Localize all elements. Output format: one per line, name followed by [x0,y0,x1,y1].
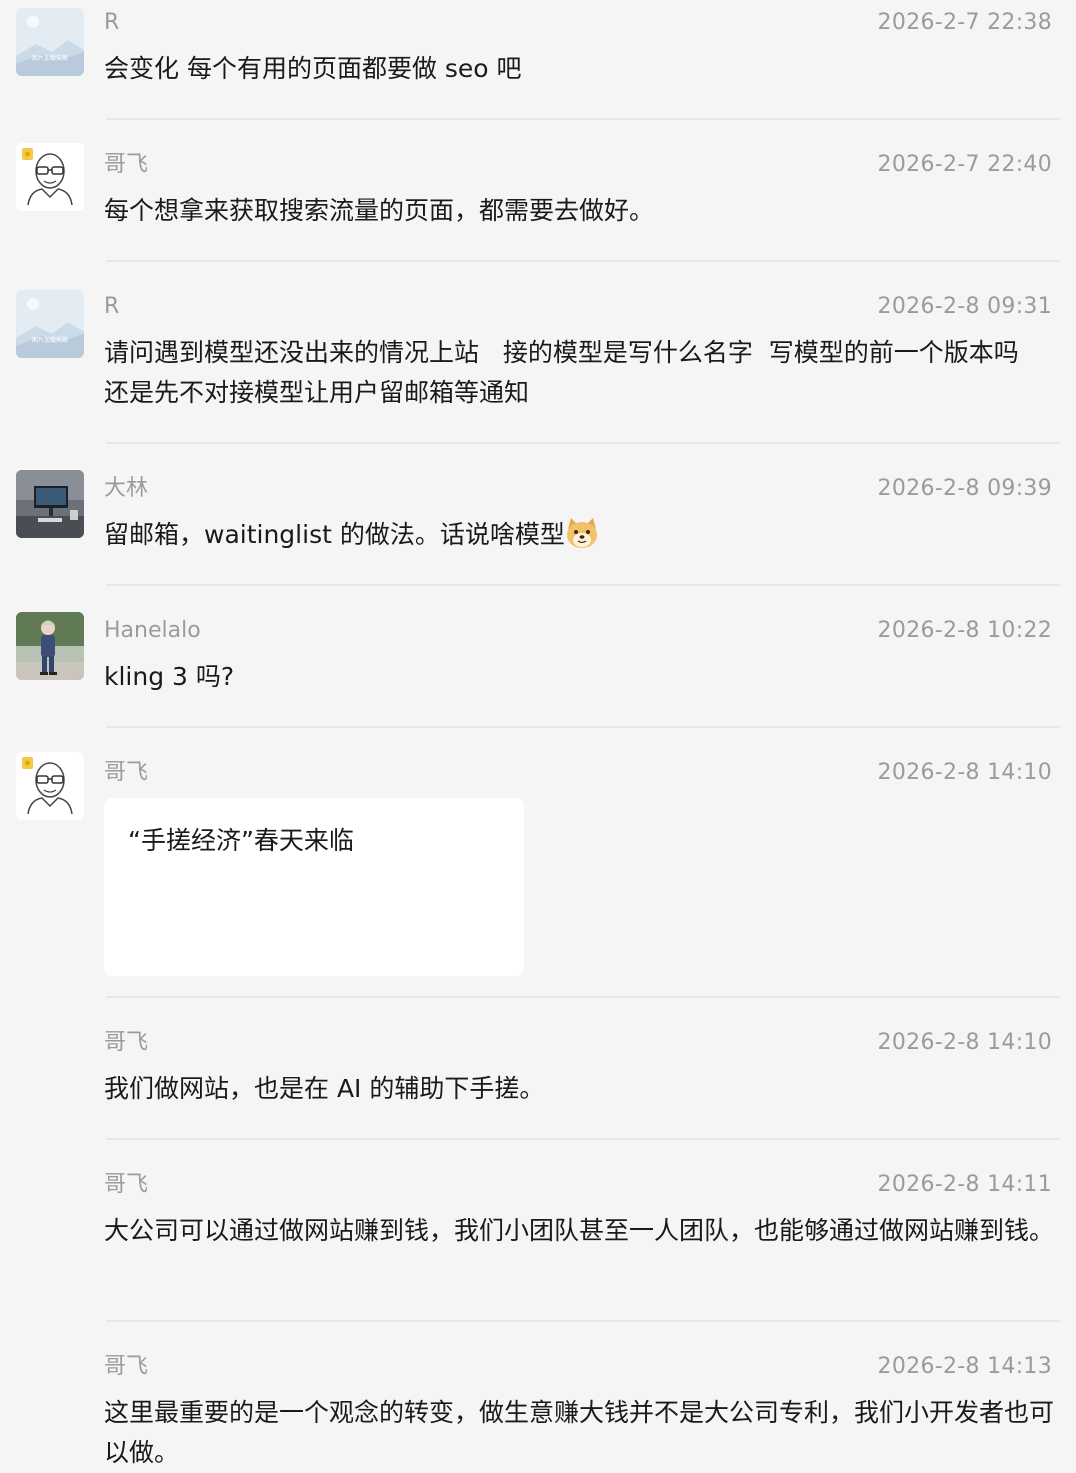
avatar[interactable] [16,752,84,820]
desk-setup-photo [16,470,84,538]
divider [106,118,1060,120]
doge-emoji-icon [565,517,599,549]
message-text: 大公司可以通过做网站赚到钱，我们小团队甚至一人团队，也能够通过做网站赚到钱。 [104,1216,1055,1245]
message-text: kling 3 吗? [104,662,235,691]
sender-name[interactable]: R [104,9,119,37]
message-text: 请问遇到模型还没出来的情况上站 接的模型是写什么名字 写模型的前一个版本吗 还是… [104,338,1035,407]
sender-name[interactable]: 大林 [104,475,148,503]
avatar-placeholder[interactable]: 图片加载失败 [16,290,84,358]
sender-name[interactable]: 哥飞 [104,1171,148,1199]
avatar-placeholder[interactable]: 图片加载失败 [16,8,84,76]
child-photo [16,612,84,680]
divider [106,442,1060,444]
message-text: 每个想拿来获取搜索流量的页面，都需要去做好。 [104,196,655,225]
image-placeholder-icon: 图片加载失败 [16,8,84,76]
message-text: 留邮箱，waitinglist 的做法。话说啥模型 [104,515,1059,555]
message-text: 会变化 每个有用的页面都要做 seo 吧 [104,54,522,83]
timestamp: 2026-2-7 22:38 [877,10,1052,35]
timestamp: 2026-2-8 14:10 [877,760,1052,785]
avatar[interactable] [16,470,84,538]
timestamp: 2026-2-8 10:22 [877,618,1052,643]
divider [106,996,1060,998]
timestamp: 2026-2-8 14:11 [877,1172,1052,1197]
message-text-content: 留邮箱，waitinglist 的做法。话说啥模型 [104,520,565,549]
timestamp: 2026-2-8 09:39 [877,476,1052,501]
link-card-title: “手搓经济”春天来临 [128,826,354,855]
sender-name[interactable]: 哥飞 [104,151,148,179]
timestamp: 2026-2-8 09:31 [877,294,1052,319]
sender-name[interactable]: 哥飞 [104,1353,148,1381]
divider [106,260,1060,262]
svg-text:图片加载失败: 图片加载失败 [32,54,68,62]
message-text: 我们做网站，也是在 AI 的辅助下手搓。 [104,1074,545,1103]
avatar[interactable] [16,143,84,211]
message-text: 这里最重要的是一个观念的转变，做生意赚大钱并不是大公司专利，我们小开发者也可以做… [104,1398,1055,1467]
divider [106,726,1060,728]
divider [106,1320,1060,1322]
sender-name[interactable]: R [104,293,119,321]
person-avatar-icon [16,752,84,820]
link-card[interactable]: “手搓经济”春天来临 [104,798,524,976]
timestamp: 2026-2-7 22:40 [877,152,1052,177]
sender-name[interactable]: Hanelalo [104,617,201,645]
sender-name[interactable]: 哥飞 [104,1029,148,1057]
person-avatar-icon [16,143,84,211]
avatar[interactable] [16,612,84,680]
timestamp: 2026-2-8 14:13 [877,1354,1052,1379]
svg-text:图片加载失败: 图片加载失败 [32,336,68,344]
timestamp: 2026-2-8 14:10 [877,1030,1052,1055]
image-placeholder-icon: 图片加载失败 [16,290,84,358]
divider [106,584,1060,586]
divider [106,1138,1060,1140]
sender-name[interactable]: 哥飞 [104,759,148,787]
